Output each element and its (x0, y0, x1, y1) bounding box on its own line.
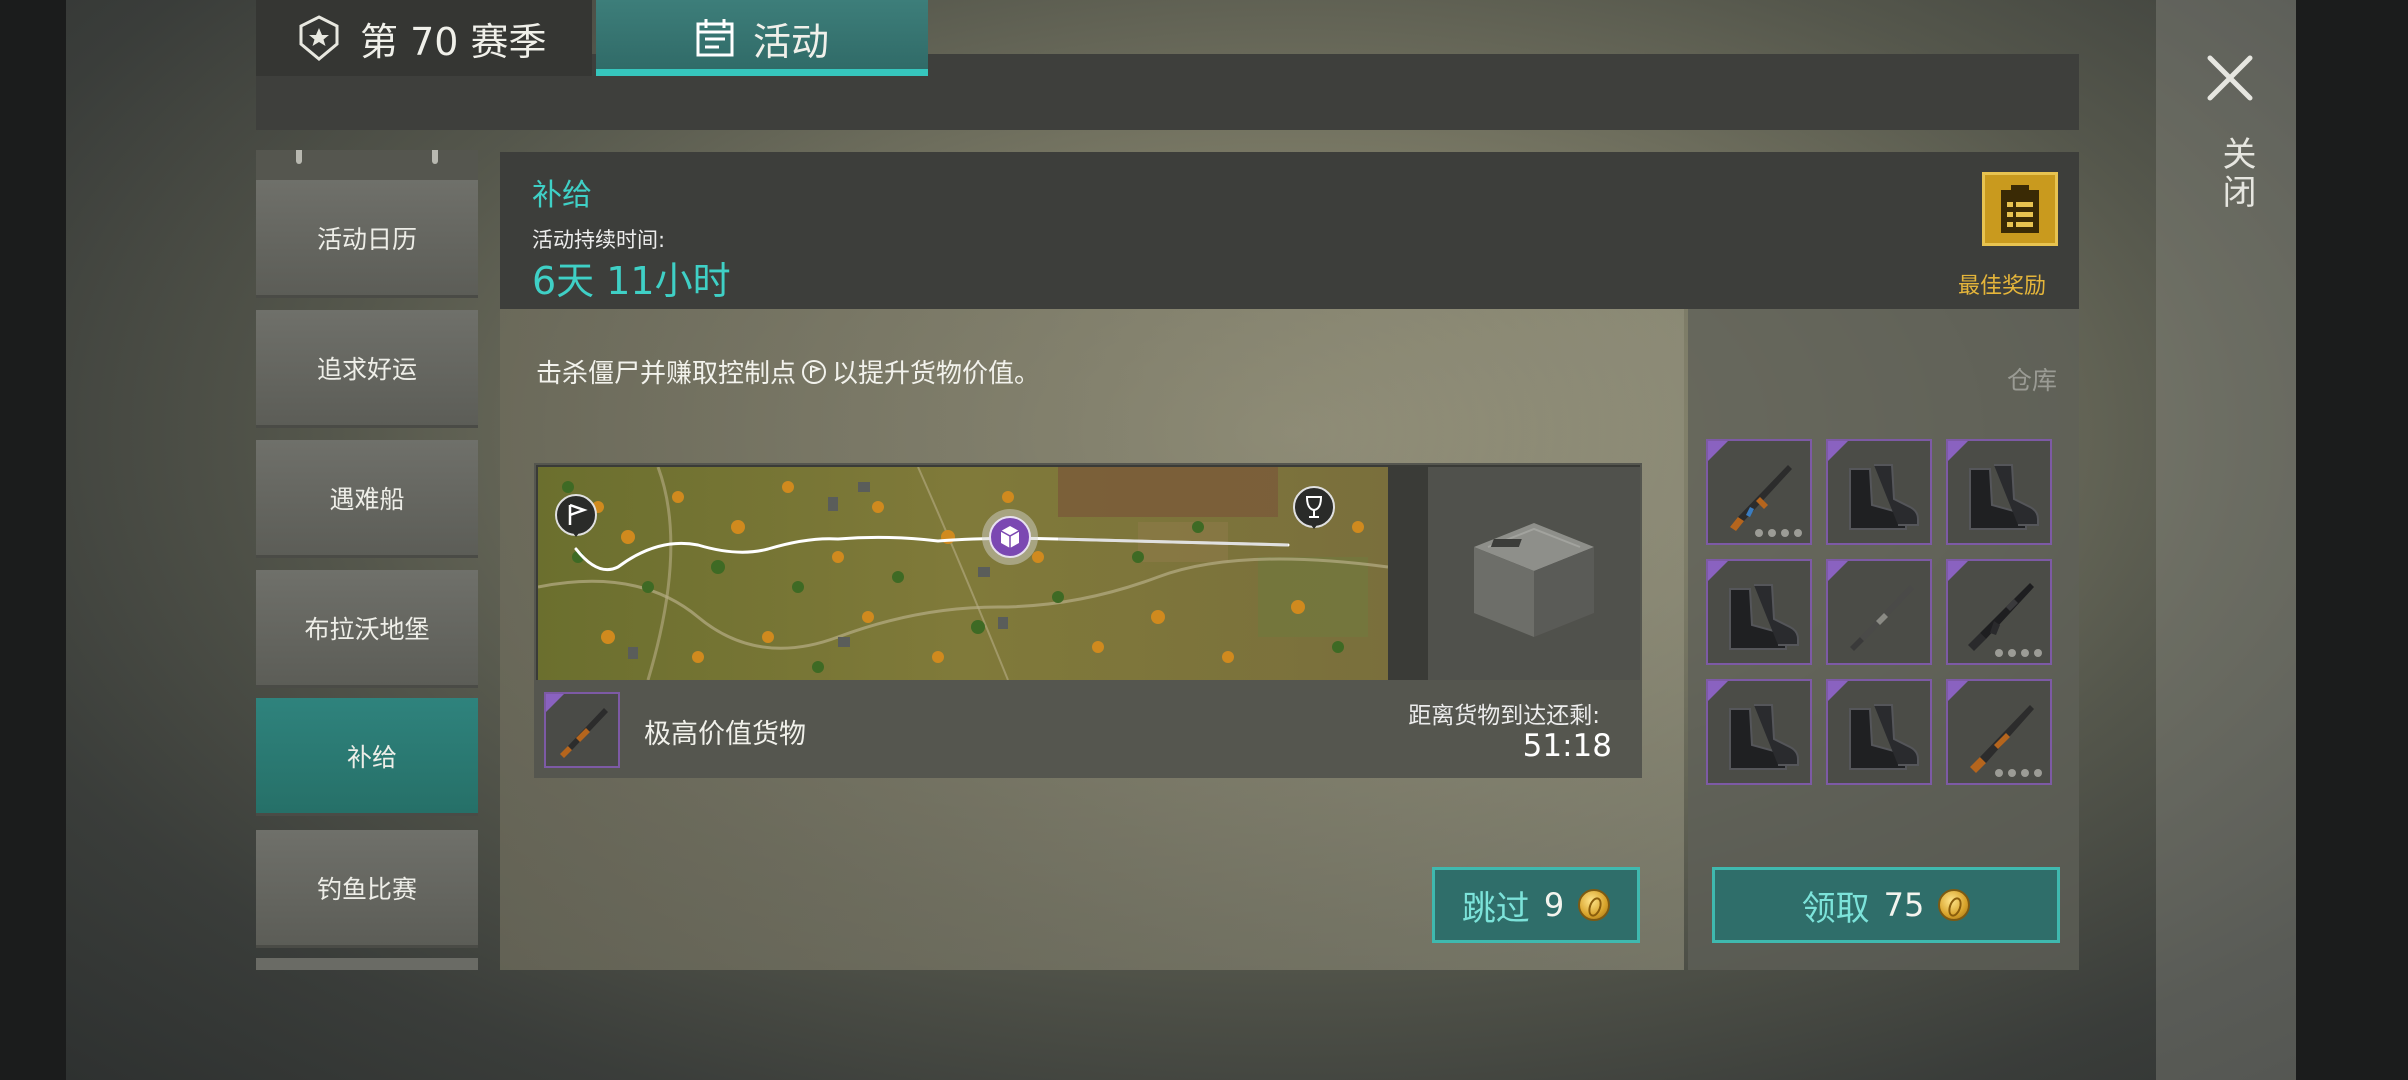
warehouse-slot-boots[interactable] (1706, 559, 1812, 665)
sidebar-item-label: 补给 (346, 742, 397, 772)
sidebar-item-label: 钓鱼比赛 (316, 874, 417, 904)
sidebar-item-calendar[interactable]: 活动日历 (256, 180, 478, 298)
boots-icon (1729, 584, 1799, 650)
skip-cost: 9 (1543, 886, 1565, 924)
claim-button[interactable]: 领取 75 (1712, 867, 2060, 943)
eta-label: 距离货物到达还剩: (1408, 703, 1600, 729)
route-map-panel (534, 463, 1642, 682)
event-description: 击杀僵尸并赚取控制点 以提升货物价值。 (536, 353, 1040, 390)
event-header: 补给 活动持续时间: 6天 11小时 最佳奖励 (500, 152, 2079, 309)
warehouse-slot-boots[interactable] (1826, 679, 1932, 785)
close-label[interactable]: 关闭 (2212, 136, 2261, 212)
sidebar-item-supply[interactable]: 补给 (256, 698, 478, 816)
warehouse-slot-boots[interactable] (1946, 439, 2052, 545)
tier-dots (1995, 769, 2042, 777)
tier-dots (1995, 649, 2042, 657)
best-reward-button[interactable] (1982, 172, 2058, 246)
skip-button[interactable]: 跳过 9 (1432, 867, 1640, 943)
event-content: 击杀僵尸并赚取控制点 以提升货物价值。 极高价值货物 距离货物到达还剩: 51:… (500, 309, 1684, 970)
boots-icon (1729, 704, 1799, 770)
sidebar-item-label: 追求好运 (316, 354, 417, 384)
claim-cost: 75 (1883, 886, 1925, 924)
sidebar-item-label: 活动日历 (316, 224, 417, 254)
sidebar-item-label: 遇难船 (329, 484, 405, 514)
control-point-icon (802, 359, 827, 384)
tab-season[interactable]: 第 70 赛季 (256, 0, 592, 76)
sidebar-next-item-edge (256, 958, 478, 970)
close-icon[interactable] (2202, 50, 2258, 106)
skip-label: 跳过 (1461, 888, 1530, 929)
coin-icon (1578, 889, 1611, 921)
shotgun-icon (1850, 585, 1914, 651)
event-title: 补给 (532, 178, 592, 213)
tab-active-underline (596, 69, 928, 76)
cargo-info-row: 极高价值货物 距离货物到达还剩: 51:18 (534, 682, 1642, 778)
boots-icon (1969, 464, 2039, 530)
sidebar-item-fishing[interactable]: 钓鱼比赛 (256, 830, 478, 948)
eta-timer: 51:18 (1522, 728, 1612, 764)
cargo-position-marker (982, 509, 1038, 565)
scroll-pin (296, 150, 302, 164)
description-text-2: 以提升货物价值。 (832, 359, 1041, 389)
route-map (538, 467, 1388, 680)
warehouse-slot-shotgun[interactable] (1826, 559, 1932, 665)
rifle-ak-icon (1730, 465, 1792, 531)
clipboard-icon (2001, 185, 2039, 233)
tier-dots (1755, 529, 1802, 537)
scroll-pin (432, 150, 438, 164)
claim-label: 领取 (1801, 888, 1870, 929)
tab-season-label: 第 70 赛季 (360, 19, 547, 64)
hunting-rifle-icon (560, 708, 608, 758)
coin-icon (1938, 889, 1971, 921)
best-reward-label[interactable]: 最佳奖励 (1958, 268, 2046, 300)
duration-value: 6天 11小时 (532, 259, 731, 303)
description-text-1: 击杀僵尸并赚取控制点 (536, 359, 797, 389)
calendar-icon (696, 19, 734, 57)
warehouse-slot-hunting-rifle[interactable] (1946, 679, 2052, 785)
warehouse-slot-rifle-ak[interactable] (1706, 439, 1812, 545)
sidebar-item-good-luck[interactable]: 追求好运 (256, 310, 478, 428)
sidebar-item-label: 布拉沃地堡 (304, 614, 430, 644)
tab-event-label: 活动 (752, 19, 829, 64)
cargo-crate-icon (1474, 523, 1594, 637)
sidebar-item-bravo-bunker[interactable]: 布拉沃地堡 (256, 570, 478, 688)
boots-icon (1849, 704, 1919, 770)
sidebar-scroll-top (256, 150, 478, 180)
warehouse-slot-boots[interactable] (1826, 439, 1932, 545)
cargo-name: 极高价值货物 (644, 719, 806, 750)
warehouse-label: 仓库 (2006, 366, 2057, 395)
cargo-crate-image (1428, 467, 1640, 680)
boots-icon (1849, 464, 1919, 530)
warehouse-slot-boots[interactable] (1706, 679, 1812, 785)
warehouse-panel: 仓库 领取 75 (1688, 309, 2079, 970)
event-sidebar[interactable]: 活动日历 追求好运 遇难船 布拉沃地堡 补给 钓鱼比赛 (256, 150, 478, 970)
season-shield-icon (299, 15, 339, 61)
cargo-reward-slot[interactable] (544, 692, 620, 768)
hunting-rifle-icon (1970, 705, 2034, 773)
sidebar-item-shipwreck[interactable]: 遇难船 (256, 440, 478, 558)
assault-rifle-icon (1968, 583, 2034, 651)
tab-event[interactable]: 活动 (596, 0, 928, 76)
warehouse-slot-assault-rifle[interactable] (1946, 559, 2052, 665)
